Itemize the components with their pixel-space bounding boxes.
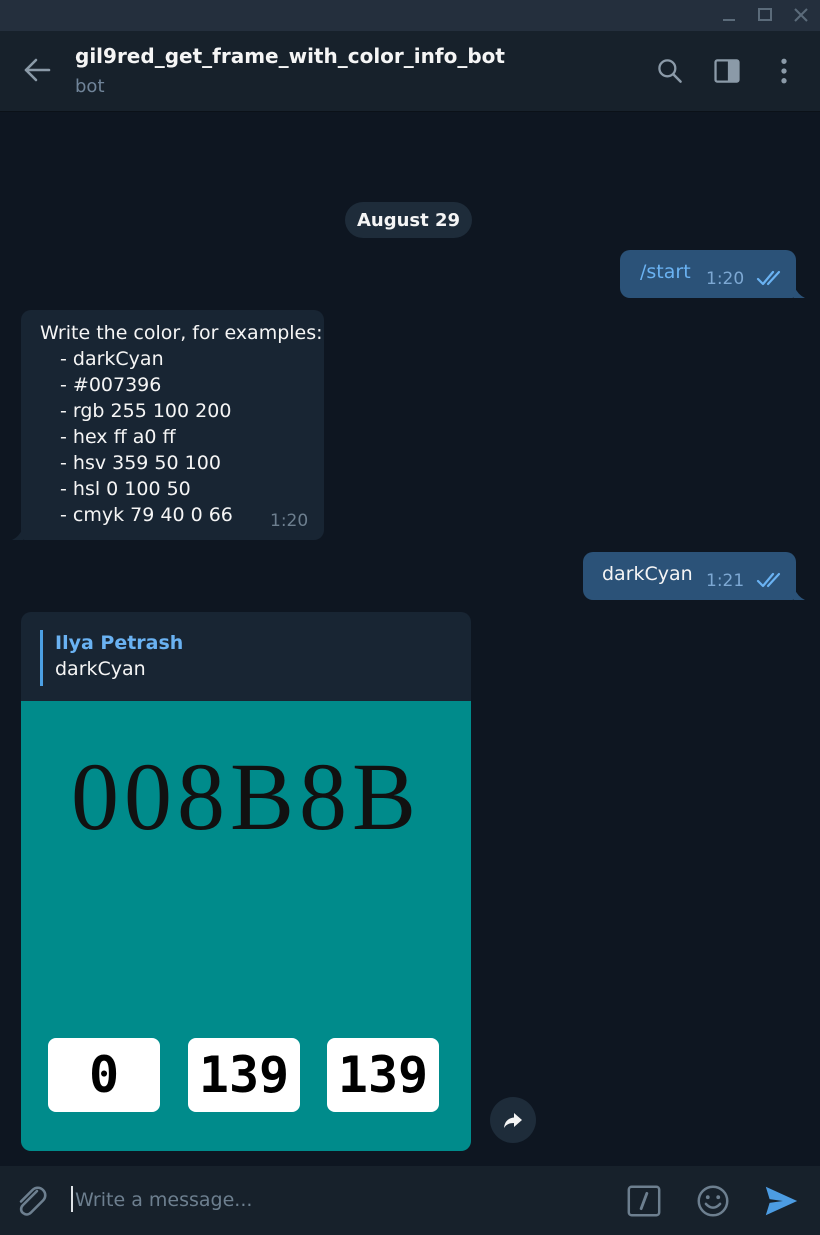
message-text-line: - hsv 359 50 100: [60, 452, 221, 474]
back-arrow-icon[interactable]: [20, 53, 54, 87]
photo-message[interactable]: Ilya Petrash darkCyan 008B8B 0 139 139: [21, 612, 471, 1151]
blue-value-box: 139: [327, 1038, 439, 1112]
emoji-icon[interactable]: [693, 1181, 733, 1221]
window-titlebar: [0, 0, 820, 31]
chat-status: bot: [75, 76, 105, 97]
message-text-line: - hsl 0 100 50: [60, 478, 191, 500]
sidebar-toggle-icon[interactable]: [710, 54, 744, 88]
message-text-line: - cmyk 79 40 0 66: [60, 504, 233, 526]
share-arrow-icon[interactable]: [490, 1097, 536, 1143]
outgoing-message[interactable]: /start 1:20: [620, 250, 796, 298]
message-time: 1:20: [706, 269, 745, 289]
message-text-line: Write the color, for examples:: [40, 322, 323, 344]
more-vertical-icon[interactable]: [767, 54, 801, 88]
message-text-line: - darkCyan: [60, 348, 164, 370]
send-icon[interactable]: [761, 1181, 801, 1221]
message-time: 1:20: [270, 511, 309, 531]
message-time: 1:21: [706, 571, 745, 591]
text-caret: [71, 1186, 73, 1212]
chat-title[interactable]: gil9red_get_frame_with_color_info_bot: [75, 44, 505, 68]
attach-icon[interactable]: [12, 1182, 50, 1220]
date-separator: August 29: [345, 202, 472, 238]
message-text-line: - #007396: [60, 374, 162, 396]
minimize-icon[interactable]: [718, 5, 740, 25]
search-icon[interactable]: [653, 54, 687, 88]
message-composer: [0, 1166, 820, 1235]
bubble-tail: [794, 286, 805, 298]
outgoing-message[interactable]: darkCyan 1:21: [583, 552, 796, 600]
message-text-line: - hex ff a0 ff: [60, 426, 176, 448]
color-swatch-image[interactable]: 008B8B 0 139 139: [21, 701, 471, 1151]
chat-header: gil9red_get_frame_with_color_info_bot bo…: [0, 31, 820, 112]
green-value-box: 139: [188, 1038, 300, 1112]
red-value-box: 0: [48, 1038, 160, 1112]
message-text: darkCyan: [602, 563, 693, 585]
bubble-tail: [12, 528, 23, 540]
double-check-icon: [756, 270, 781, 286]
message-input[interactable]: [75, 1183, 595, 1217]
bubble-tail: [794, 588, 805, 600]
bot-command-link[interactable]: /start: [640, 261, 691, 283]
reply-text: darkCyan: [55, 658, 146, 680]
bot-command-icon[interactable]: [624, 1181, 664, 1221]
maximize-icon[interactable]: [754, 5, 776, 25]
incoming-message[interactable]: Write the color, for examples: - darkCya…: [21, 310, 324, 540]
reply-quote[interactable]: Ilya Petrash darkCyan: [40, 630, 183, 686]
close-icon[interactable]: [790, 5, 812, 25]
double-check-icon: [756, 572, 781, 588]
message-text-line: - rgb 255 100 200: [60, 400, 232, 422]
reply-author: Ilya Petrash: [55, 632, 184, 654]
hex-code-label: 008B8B: [70, 743, 422, 850]
